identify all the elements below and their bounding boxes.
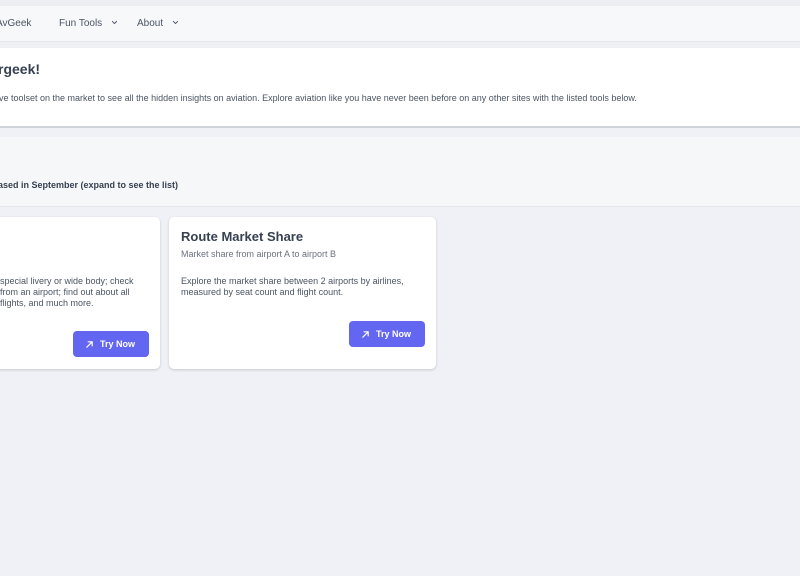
tool-card: special livery or wide body; check from … — [0, 217, 160, 369]
tool-card-title: Route Market Share — [181, 229, 304, 244]
hero-description: ve toolset on the market to see all the … — [0, 93, 637, 103]
tool-card-description: special livery or wide body; check from … — [0, 276, 160, 309]
collapse-section-label[interactable]: ased in September (expand to see the lis… — [0, 180, 178, 190]
nav-brand-link[interactable]: AvGeek — [0, 6, 31, 42]
page: AvGeek Fun Tools About rgeek! ve toolset… — [0, 0, 800, 576]
tool-card-subtitle: Market share from airport A to airport B — [181, 249, 337, 259]
description-line: measured by seat count and flight count. — [181, 287, 344, 297]
try-now-button[interactable]: Try Now — [73, 331, 149, 357]
description-line: flights, and much more. — [0, 298, 94, 308]
nav-about-dropdown[interactable]: About — [137, 6, 179, 42]
chevron-down-icon — [111, 19, 118, 26]
collapse-section[interactable]: ased in September (expand to see the lis… — [0, 137, 800, 207]
hero-panel: rgeek! ve toolset on the market to see a… — [0, 48, 800, 128]
nav-about-label: About — [137, 18, 164, 29]
chevron-down-icon — [172, 19, 179, 26]
tool-card-route-market-share: Route Market Share Market share from air… — [169, 217, 436, 369]
arrow-up-right-icon — [85, 340, 94, 349]
description-line: Explore the market share between 2 airpo… — [181, 276, 404, 286]
description-line: special livery or wide body; check — [0, 276, 134, 286]
try-now-label: Try Now — [100, 339, 136, 349]
arrow-up-right-icon — [361, 330, 370, 339]
top-nav: AvGeek Fun Tools About — [0, 6, 800, 42]
hero-title: rgeek! — [0, 61, 41, 77]
nav-fun-tools-label: Fun Tools — [59, 18, 103, 29]
try-now-button[interactable]: Try Now — [349, 321, 425, 347]
description-line: from an airport; find out about all — [0, 287, 130, 297]
nav-fun-tools-dropdown[interactable]: Fun Tools — [59, 6, 118, 42]
try-now-label: Try Now — [376, 329, 412, 339]
nav-brand-label: AvGeek — [0, 18, 32, 29]
tool-card-description: Explore the market share between 2 airpo… — [181, 276, 404, 298]
